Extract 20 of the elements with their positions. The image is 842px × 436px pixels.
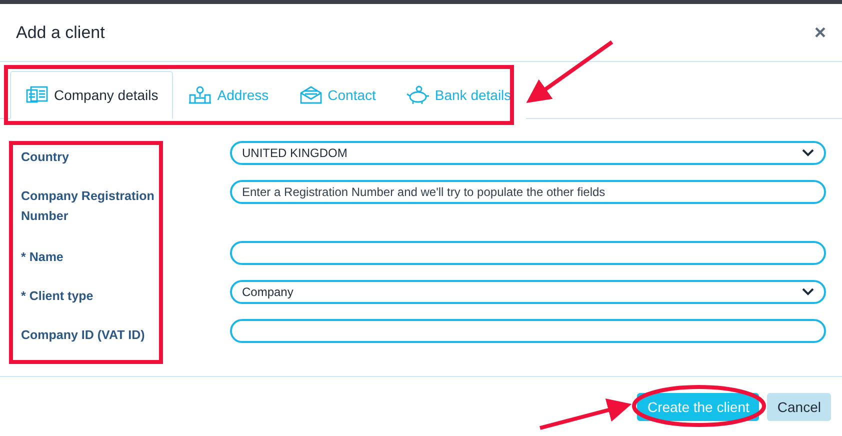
chevron-down-icon [802,149,814,157]
field-label: Company ID (VAT ID) [21,327,146,344]
dialog-title: Add a client [16,22,105,42]
location-building-icon [188,85,212,105]
envelope-icon [298,85,323,105]
select-field[interactable]: Company [230,280,826,304]
field-label: Country [21,149,70,166]
piggy-bank-icon [406,85,430,105]
select-field[interactable]: UNITED KINGDOM [230,141,826,165]
input-field[interactable] [230,319,826,343]
field-label: Company Registration Number [21,188,156,225]
input-field[interactable]: Enter a Registration Number and we'll try to populate the other fields [230,180,826,204]
chevron-down-icon [802,288,814,296]
field-label: * Client type [21,288,94,305]
field-label: * Name [21,249,64,266]
tab[interactable]: Company details [10,71,174,119]
input-field[interactable] [230,241,826,265]
close-button[interactable]: × [812,22,828,42]
cancel-button[interactable]: Cancel [767,392,831,420]
id-card-icon [25,85,49,105]
